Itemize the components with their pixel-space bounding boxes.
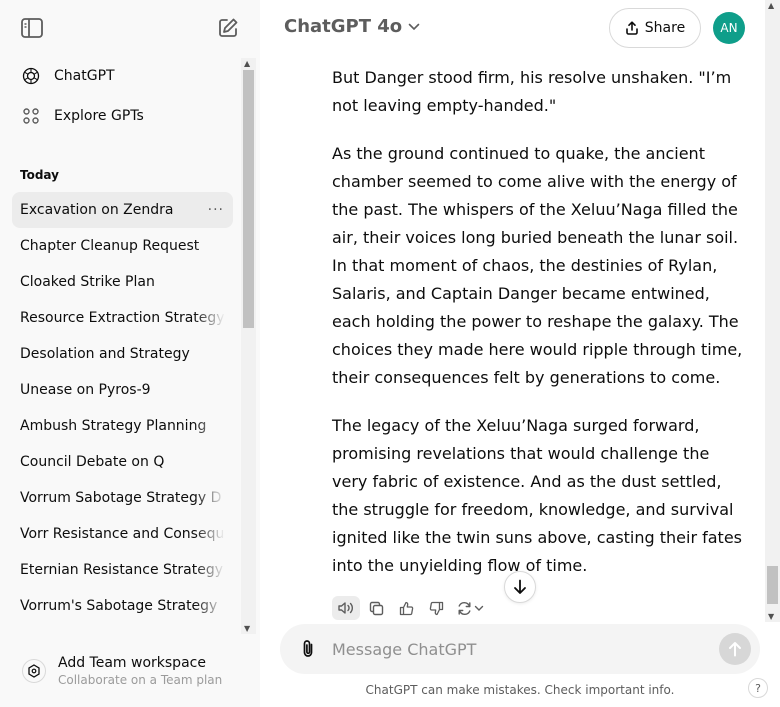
main-scrollbar-thumb[interactable] [767,566,778,604]
message-paragraph: As the ground continued to quake, the an… [332,144,743,387]
history-item[interactable]: Chapter Cleanup Request [12,228,233,264]
attach-button[interactable] [294,635,322,663]
history-item[interactable]: Cloaked Strike Plan [12,264,233,300]
read-aloud-button[interactable] [332,596,360,620]
main-scrollbar[interactable]: ▲ ▼ [765,0,780,622]
chevron-down-icon [474,605,483,611]
history-item-label: Resource Extraction Strategy [20,310,225,326]
edit-icon [219,18,238,37]
message-input[interactable]: Message ChatGPT [332,640,719,659]
team-workspace-subtitle: Collaborate on a Team plan [58,673,223,687]
openai-logo-icon [20,65,42,87]
sidebar: ChatGPT Explore GPTs Today Excavation on… [0,0,260,707]
history-item-label: Ambush Strategy Planning [20,418,207,434]
model-name: ChatGPT 4o [284,16,403,37]
share-button[interactable]: Share [609,8,701,48]
history-item-label: Unease on Pyros-9 [20,382,151,398]
new-chat-button[interactable] [210,10,246,46]
history-item-label: Vorrum's Sabotage Strategy [20,598,218,614]
team-workspace-title: Add Team workspace [58,655,206,671]
toggle-sidebar-button[interactable] [14,10,50,46]
history-item[interactable]: Desolation and Strategy [12,336,233,372]
history-item-label: Desolation and Strategy [20,346,190,362]
scroll-down-arrow-icon[interactable]: ▼ [768,612,774,621]
thumbs-down-icon [429,601,443,615]
share-label: Share [644,20,686,36]
sidebar-toggle-icon [21,18,43,38]
more-options-icon[interactable]: ··· [208,202,224,218]
share-icon [625,21,638,35]
message-paragraph: But Danger stood firm, his resolve unsha… [332,68,732,115]
good-response-button[interactable] [392,596,420,620]
scroll-to-bottom-button[interactable] [504,571,536,603]
message-paragraph: The legacy of the Xeluu’Naga surged forw… [332,416,743,575]
team-workspace-icon [22,659,46,683]
sidebar-item-label: Explore GPTs [54,108,144,124]
history-item-label: Cloaked Strike Plan [20,274,155,290]
thumbs-up-icon [399,601,413,615]
copy-icon [369,601,383,615]
history-item-label: Vorr Resistance and Consequ [20,526,225,542]
regenerate-button[interactable] [452,596,488,620]
sidebar-item-label: ChatGPT [54,68,115,84]
history-item-label: Eternian Resistance Strategy [20,562,223,578]
history-section-label: Today [20,168,59,182]
sidebar-scrollbar[interactable]: ▲ ▼ [241,58,256,634]
history-item[interactable]: Resource Extraction Strategy [12,300,233,336]
avatar[interactable]: AN [713,12,745,44]
history-item[interactable]: Excavation on Zendra ··· [12,192,233,228]
sidebar-item-chatgpt[interactable]: ChatGPT [12,58,233,94]
refresh-icon [458,601,470,615]
arrow-up-icon [729,642,741,657]
scroll-up-arrow-icon[interactable]: ▲ [768,1,774,10]
arrow-down-icon [514,579,526,594]
history-item[interactable]: Council Debate on Q [12,444,233,480]
assistant-message: But Danger stood firm, his resolve unsha… [332,64,748,600]
message-actions [332,596,490,620]
disclaimer: ChatGPT can make mistakes. Check importa… [365,683,675,697]
history-item-label: Vorrum Sabotage Strategy D [20,490,222,506]
message-composer: Message ChatGPT [280,624,760,674]
speaker-icon [338,602,353,614]
history-item[interactable]: Ambush Strategy Planning [12,408,233,444]
history-item[interactable]: Vorrum's Sabotage Strategy [12,588,233,624]
sidebar-scrollbar-thumb[interactable] [243,70,254,328]
add-team-workspace-button[interactable]: Add Team workspace Collaborate on a Team… [12,648,233,694]
grid-icon [20,105,42,127]
copy-button[interactable] [362,596,390,620]
history-item-label: Council Debate on Q [20,454,165,470]
history-item-label: Excavation on Zendra [20,202,174,218]
history-list: Excavation on Zendra ··· Chapter Cleanup… [12,192,233,624]
history-item[interactable]: Vorrum Sabotage Strategy D [12,480,233,516]
bad-response-button[interactable] [422,596,450,620]
history-item[interactable]: Eternian Resistance Strategy [12,552,233,588]
history-item-label: Chapter Cleanup Request [20,238,200,254]
model-selector[interactable]: ChatGPT 4o [284,16,420,37]
chevron-down-icon [408,23,420,30]
send-button[interactable] [719,633,751,665]
scroll-up-arrow-icon[interactable]: ▲ [244,59,250,68]
history-item[interactable]: Vorr Resistance and Consequ [12,516,233,552]
history-item[interactable]: Unease on Pyros-9 [12,372,233,408]
paperclip-icon [303,640,313,657]
sidebar-item-explore-gpts[interactable]: Explore GPTs [12,98,233,134]
main-panel: ChatGPT 4o Share AN But Danger stood fir… [260,0,780,707]
scroll-down-arrow-icon[interactable]: ▼ [244,624,250,633]
help-button[interactable]: ? [748,678,768,698]
